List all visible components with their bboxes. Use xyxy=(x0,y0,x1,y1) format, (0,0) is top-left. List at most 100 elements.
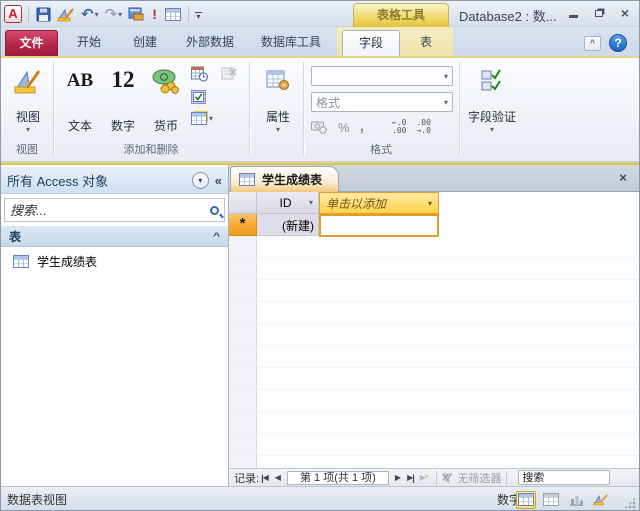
pivottable-view-button[interactable] xyxy=(541,491,561,509)
delete-icon xyxy=(221,66,237,81)
nav-section-label: 表 xyxy=(9,228,21,245)
status-bar: 数据表视图 数字 xyxy=(1,486,639,511)
restore-button[interactable] xyxy=(591,6,607,20)
minimize-icon xyxy=(569,15,578,18)
pivottable-view-icon xyxy=(543,493,559,506)
decrease-decimals-button[interactable]: .00 →.0 xyxy=(416,119,430,135)
datasheet-gridlines xyxy=(229,236,640,468)
help-button[interactable]: ? xyxy=(609,34,627,52)
date-time-field-button[interactable] xyxy=(191,66,213,85)
view-shortcut-buttons xyxy=(516,491,611,509)
tab-file[interactable]: 文件 xyxy=(5,30,58,56)
pivotchart-view-icon xyxy=(569,493,584,506)
tab-database-tools[interactable]: 数据库工具 xyxy=(249,30,333,56)
nav-item-student-table[interactable]: 学生成绩表 xyxy=(1,251,228,272)
divider xyxy=(188,6,189,22)
divider xyxy=(436,471,437,485)
previous-record-icon: ◀ xyxy=(275,473,281,482)
filter-icon xyxy=(442,473,453,483)
column-header-click-to-add[interactable]: 单击以添加 ▾ xyxy=(319,192,439,214)
save-icon xyxy=(36,7,51,22)
apply-comma-format-button[interactable]: , xyxy=(360,118,364,136)
undo-button[interactable]: ↶ ▾ xyxy=(80,4,100,24)
access-app-icon[interactable]: A xyxy=(4,5,22,23)
chevron-down-icon: ▾ xyxy=(196,15,200,19)
next-record-button[interactable]: ▶ xyxy=(392,473,404,482)
tab-fields[interactable]: 字段 xyxy=(342,30,400,56)
close-button[interactable]: × xyxy=(617,6,633,20)
table-button[interactable] xyxy=(164,4,182,24)
chevron-down-icon: ▾ xyxy=(95,10,99,19)
datasheet-corner-cell[interactable] xyxy=(229,192,257,214)
tab-home[interactable]: 开始 xyxy=(63,30,115,56)
run-button[interactable]: ! xyxy=(149,4,160,24)
document-tab-student-table[interactable]: 学生成绩表 xyxy=(230,166,339,192)
view-button[interactable]: 视图 ▾ xyxy=(7,62,49,134)
search-input[interactable] xyxy=(10,203,210,218)
delete-button[interactable] xyxy=(221,66,237,84)
first-record-button[interactable]: | ◀ xyxy=(259,473,272,483)
switch-windows-button[interactable] xyxy=(127,4,145,24)
window-controls: × xyxy=(565,6,633,20)
tab-table[interactable]: 表 xyxy=(403,30,449,56)
apply-currency-format-button[interactable] xyxy=(311,121,328,134)
increase-decimals-button[interactable]: ←.0 .00 xyxy=(392,119,406,135)
table-tools-contextual-label: 表格工具 xyxy=(353,3,449,27)
shutter-bar-close-button[interactable]: « xyxy=(215,173,222,188)
datasheet-view-icon xyxy=(518,493,534,506)
apply-percent-format-button[interactable]: % xyxy=(338,120,350,135)
minimize-button[interactable] xyxy=(565,6,581,20)
field-validation-button[interactable]: 字段验证 ▾ xyxy=(463,62,521,134)
pivotchart-view-button[interactable] xyxy=(566,491,586,509)
no-filter-button[interactable]: 无筛选器 xyxy=(442,470,501,486)
number-field-button[interactable]: 12 数字 xyxy=(102,62,144,134)
more-fields-button[interactable]: ▾ xyxy=(191,112,213,125)
collapse-left-icon: « xyxy=(215,173,222,188)
tab-external-data[interactable]: 外部数据 xyxy=(175,30,245,56)
last-record-button[interactable]: ▶ | xyxy=(404,473,417,483)
new-record-button[interactable]: ▶ * xyxy=(417,473,432,483)
comma-icon: , xyxy=(360,118,364,136)
nav-item-label: 学生成绩表 xyxy=(37,253,97,270)
previous-record-button[interactable]: ◀ xyxy=(272,473,284,482)
format-combo[interactable]: 格式 ▾ xyxy=(311,92,453,112)
group-label-format: 格式 xyxy=(303,141,459,157)
exclamation-icon: ! xyxy=(150,6,159,22)
ribbon-tab-row: 文件 开始 创建 外部数据 数据库工具 字段 表 ^ ? xyxy=(1,27,639,56)
number-field-icon: 12 xyxy=(112,67,135,93)
chevron-down-icon: ▾ xyxy=(209,114,213,123)
record-search-input[interactable] xyxy=(518,470,610,485)
chevron-down-icon: ▾ xyxy=(444,98,448,107)
design-view-button[interactable] xyxy=(56,4,76,24)
redo-button[interactable]: ↷ ▾ xyxy=(104,4,124,24)
currency-field-button[interactable]: 货币 xyxy=(145,62,187,134)
properties-button[interactable]: 属性 ▾ xyxy=(255,62,301,134)
cell-id-new[interactable]: (新建) xyxy=(257,214,319,236)
active-cell[interactable] xyxy=(319,214,439,237)
first-record-icon: ◀ xyxy=(263,473,269,482)
divider xyxy=(28,6,29,22)
table-icon xyxy=(239,173,255,186)
currency-field-label: 货币 xyxy=(154,117,178,134)
date-time-icon xyxy=(191,66,208,82)
properties-label: 属性 xyxy=(266,108,290,125)
current-view-label: 数据表视图 xyxy=(7,491,67,508)
datasheet-view-button[interactable] xyxy=(516,491,536,509)
collapse-ribbon-button[interactable]: ^ xyxy=(584,36,601,51)
tab-create[interactable]: 创建 xyxy=(119,30,171,56)
nav-pane-menu-button[interactable]: ▾ xyxy=(192,172,209,189)
nav-pane-header[interactable]: 所有 Access 对象 ▾ « xyxy=(1,167,228,194)
chevron-up-icon: ^ xyxy=(213,230,220,241)
design-view-button-status[interactable] xyxy=(591,491,611,509)
new-record-selector[interactable]: * xyxy=(229,214,257,236)
qat-customize-button[interactable]: ▾ xyxy=(195,9,202,19)
text-field-button[interactable]: AB 文本 xyxy=(59,62,101,134)
save-button[interactable] xyxy=(35,4,52,24)
record-position-box[interactable]: 第 1 项(共 1 项) xyxy=(287,471,389,485)
document-close-button[interactable]: × xyxy=(615,170,631,186)
yes-no-field-button[interactable] xyxy=(191,90,213,107)
column-header-id[interactable]: ID ▾ xyxy=(257,192,319,214)
nav-section-tables[interactable]: 表 ^ xyxy=(1,225,228,247)
data-type-combo[interactable]: ▾ xyxy=(311,66,453,86)
resize-grip[interactable] xyxy=(624,497,636,509)
